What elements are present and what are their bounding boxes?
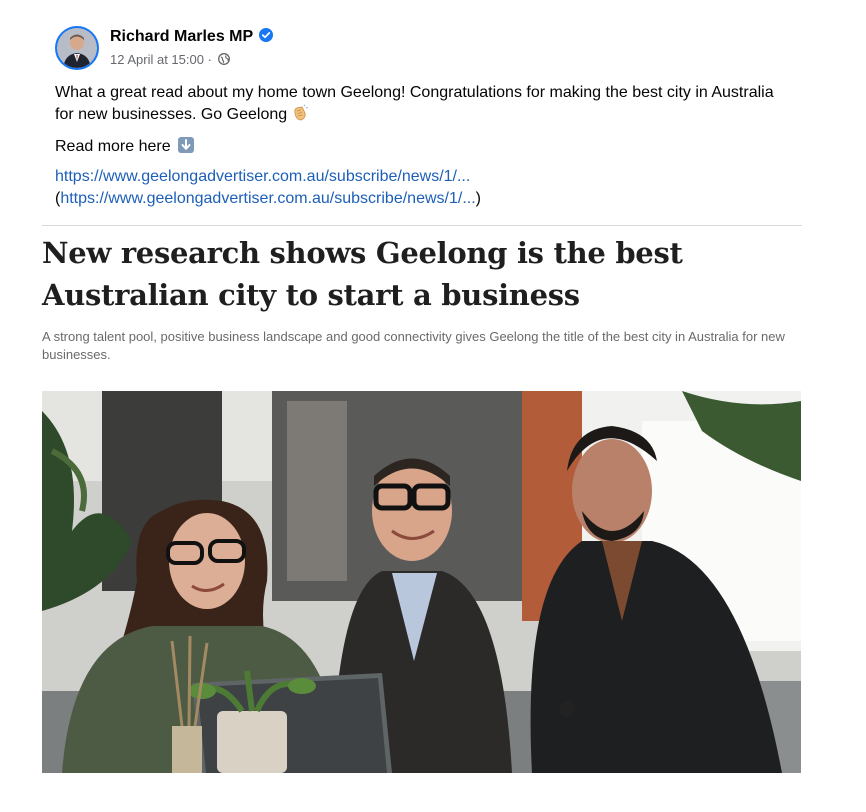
article-link[interactable]: https://www.geelongadvertiser.com.au/sub…: [55, 168, 470, 185]
author-name[interactable]: Richard Marles MP: [110, 28, 274, 46]
post-header: Richard Marles MP 12 April at 15:00 ·: [55, 26, 815, 72]
article-standfirst: A strong talent pool, positive business …: [42, 329, 785, 362]
post-body: What a great read about my home town Gee…: [55, 84, 774, 123]
verified-badge-icon: [259, 28, 274, 42]
article-photo[interactable]: [42, 391, 801, 773]
globe-icon[interactable]: [217, 53, 230, 65]
article-link-secondary[interactable]: https://www.geelongadvertiser.com.au/sub…: [60, 190, 475, 207]
avatar[interactable]: [55, 26, 99, 70]
post-timestamp[interactable]: 12 April at 15:00 ·: [110, 52, 212, 67]
paren-close: ): [475, 190, 481, 207]
clapping-hands-icon: [294, 104, 309, 121]
author-name-text: Richard Marles MP: [110, 28, 254, 45]
post-text: What a great read about my home town Gee…: [55, 82, 795, 126]
divider: [42, 225, 802, 226]
article-headline[interactable]: New research shows Geelong is the best A…: [42, 232, 812, 316]
post-meta: 12 April at 15:00 ·: [110, 52, 230, 67]
read-more-line: Read more here: [55, 136, 195, 158]
read-more-text: Read more here: [55, 138, 171, 155]
article-preview[interactable]: New research shows Geelong is the best A…: [42, 232, 812, 362]
down-arrow-icon: [177, 137, 194, 153]
post-links: https://www.geelongadvertiser.com.au/sub…: [55, 166, 481, 210]
